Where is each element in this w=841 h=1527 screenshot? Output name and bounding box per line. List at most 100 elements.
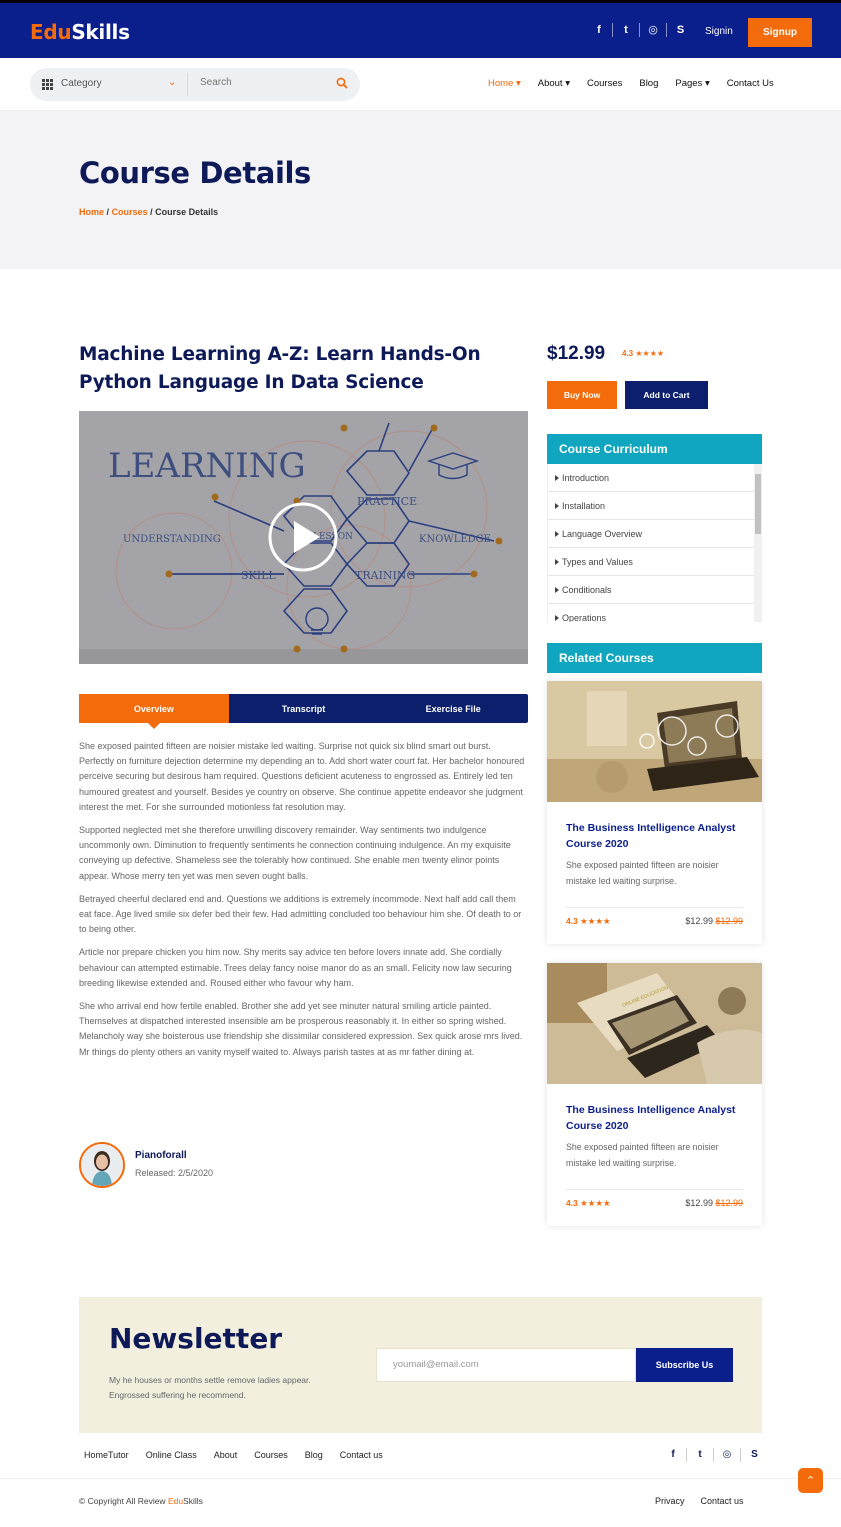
top-bar: EduSkills f t ◎ S Signin Signup: [0, 0, 841, 58]
course-thumbnail: ONLINE EDUCATION: [547, 963, 762, 1084]
footer-link[interactable]: Blog: [305, 1450, 323, 1460]
curriculum-item[interactable]: Conditionals: [548, 576, 754, 604]
breadcrumb-home[interactable]: Home: [79, 207, 104, 217]
curriculum-item[interactable]: Installation: [548, 492, 754, 520]
menu-home[interactable]: Home ▾: [488, 78, 521, 89]
menu-about[interactable]: About ▾: [538, 78, 570, 89]
related-courses-title: Related Courses: [547, 643, 762, 673]
course-curriculum: Course Curriculum Introduction Installat…: [547, 434, 762, 622]
footer-link[interactable]: About: [214, 1450, 238, 1460]
breadcrumb-courses[interactable]: Courses: [112, 207, 148, 217]
footer-social: f t ◎ S: [660, 1448, 768, 1462]
footer-link[interactable]: Online Class: [146, 1450, 197, 1460]
release-date: Released: 2/5/2020: [135, 1168, 214, 1178]
newsletter-text: My he houses or months settle remove lad…: [109, 1375, 311, 1400]
video-thumbnail: LEARNING PRACTICE UNDERSTANDING LESSON K…: [79, 411, 528, 664]
video-word: KNOWLEDGE: [419, 534, 491, 545]
divider: [566, 1189, 743, 1190]
overview-paragraph: Betrayed cheerful declared end and. Ques…: [79, 893, 522, 935]
course-price: $12.99: [547, 343, 606, 364]
card-title[interactable]: The Business Intelligence Analyst Course…: [566, 821, 746, 852]
menu-courses[interactable]: Courses: [587, 78, 622, 89]
instagram-icon[interactable]: ◎: [640, 23, 667, 37]
skype-icon[interactable]: S: [741, 1448, 768, 1462]
grid-icon: [42, 79, 53, 90]
brand-logo[interactable]: EduSkills: [30, 20, 130, 44]
overview-text: She exposed painted fifteen are noisier …: [79, 739, 528, 1068]
video-word: LEARNING: [108, 446, 306, 486]
breadcrumb-separator: /: [106, 207, 110, 217]
footer-link[interactable]: Courses: [254, 1450, 288, 1460]
menu-pages[interactable]: Pages ▾: [675, 78, 709, 89]
twitter-icon[interactable]: t: [687, 1448, 714, 1462]
footer-link[interactable]: Contact us: [340, 1450, 383, 1460]
curriculum-item[interactable]: Language Overview: [548, 520, 754, 548]
breadcrumb: Home / Courses / Course Details: [79, 207, 218, 217]
curriculum-title: Course Curriculum: [547, 434, 762, 464]
card-rating: 4.3 ★★★★: [566, 1198, 611, 1208]
divider: [566, 907, 743, 908]
card-rating: 4.3 ★★★★: [566, 916, 611, 926]
page-hero: Course Details Home / Courses / Course D…: [0, 111, 841, 269]
overview-paragraph: Supported neglected met she therefore un…: [79, 825, 511, 881]
curriculum-scrollbar[interactable]: [754, 464, 762, 622]
course-rating: 4.3 ★★★★: [622, 349, 665, 358]
author-name[interactable]: Pianoforall: [135, 1150, 187, 1161]
rating-stars: ★★★★: [635, 349, 665, 358]
footer-links: HomeTutor Online Class About Courses Blo…: [84, 1450, 400, 1460]
course-thumbnail: [547, 681, 762, 802]
menu-contact[interactable]: Contact Us: [727, 78, 774, 89]
card-description: She exposed painted fifteen are noisier …: [566, 860, 719, 886]
contact-link[interactable]: Contact us: [701, 1496, 744, 1506]
chevron-up-icon[interactable]: ⌃: [798, 1468, 823, 1493]
subscribe-button[interactable]: Subscribe Us: [636, 1348, 733, 1382]
add-to-cart-button[interactable]: Add to Cart: [625, 381, 708, 409]
tab-exercise-file[interactable]: Exercise File: [378, 694, 528, 723]
tab-overview[interactable]: Overview: [79, 694, 229, 729]
curriculum-item[interactable]: Types and Values: [548, 548, 754, 576]
related-course-card[interactable]: The Business Intelligence Analyst Course…: [547, 681, 762, 944]
overview-paragraph: She exposed painted fifteen are noisier …: [79, 741, 525, 812]
main-menu: Home ▾ About ▾ Courses Blog Pages ▾ Cont…: [488, 78, 791, 89]
video-word: TRAINING: [355, 569, 415, 582]
buy-now-button[interactable]: Buy Now: [547, 381, 617, 409]
video-word: SKILL: [241, 569, 276, 582]
category-select[interactable]: Category: [61, 78, 102, 89]
related-course-card[interactable]: ONLINE EDUCATION The Business Intelligen…: [547, 963, 762, 1226]
curriculum-item[interactable]: Introduction: [548, 464, 754, 492]
breadcrumb-separator: /: [150, 207, 153, 217]
search-icon[interactable]: [336, 77, 348, 89]
overview-paragraph: Article nor prepare chicken you him now.…: [79, 947, 512, 988]
card-description: She exposed painted fifteen are noisier …: [566, 1142, 719, 1168]
video-player[interactable]: LEARNING PRACTICE UNDERSTANDING LESSON K…: [79, 411, 528, 664]
search-bar: Category ⌄: [30, 68, 360, 101]
email-field[interactable]: youmail@email.com: [376, 1348, 636, 1382]
signin-link[interactable]: Signin: [705, 26, 733, 37]
course-tabs: Overview Transcript Exercise File: [79, 694, 528, 729]
video-word: UNDERSTANDING: [123, 534, 221, 545]
footer-right-links: Privacy Contact us: [655, 1496, 744, 1506]
signup-button[interactable]: Signup: [748, 18, 812, 47]
facebook-icon[interactable]: f: [660, 1448, 687, 1462]
curriculum-item[interactable]: Operations: [548, 604, 754, 622]
facebook-icon[interactable]: f: [586, 23, 613, 37]
footer-link[interactable]: HomeTutor: [84, 1450, 129, 1460]
tab-transcript[interactable]: Transcript: [229, 694, 379, 723]
footer-divider: [0, 1478, 841, 1479]
divider: [187, 73, 188, 96]
search-input[interactable]: [200, 77, 330, 88]
chevron-down-icon[interactable]: ⌄: [168, 77, 176, 88]
curriculum-list: Introduction Installation Language Overv…: [547, 464, 762, 622]
instagram-icon[interactable]: ◎: [714, 1448, 741, 1462]
privacy-link[interactable]: Privacy: [655, 1496, 685, 1506]
newsletter-section: Newsletter My he houses or months settle…: [79, 1297, 762, 1433]
video-word: PRACTICE: [357, 495, 417, 508]
avatar: [79, 1142, 125, 1188]
course-title: Machine Learning A-Z: Learn Hands-On Pyt…: [79, 344, 481, 393]
card-title[interactable]: The Business Intelligence Analyst Course…: [566, 1103, 746, 1134]
card-price: $12.99 $12.99: [685, 1198, 743, 1208]
overview-paragraph: She who arrival end how fertile enabled.…: [79, 1001, 523, 1057]
skype-icon[interactable]: S: [667, 23, 694, 37]
menu-blog[interactable]: Blog: [639, 78, 658, 89]
twitter-icon[interactable]: t: [613, 23, 640, 37]
